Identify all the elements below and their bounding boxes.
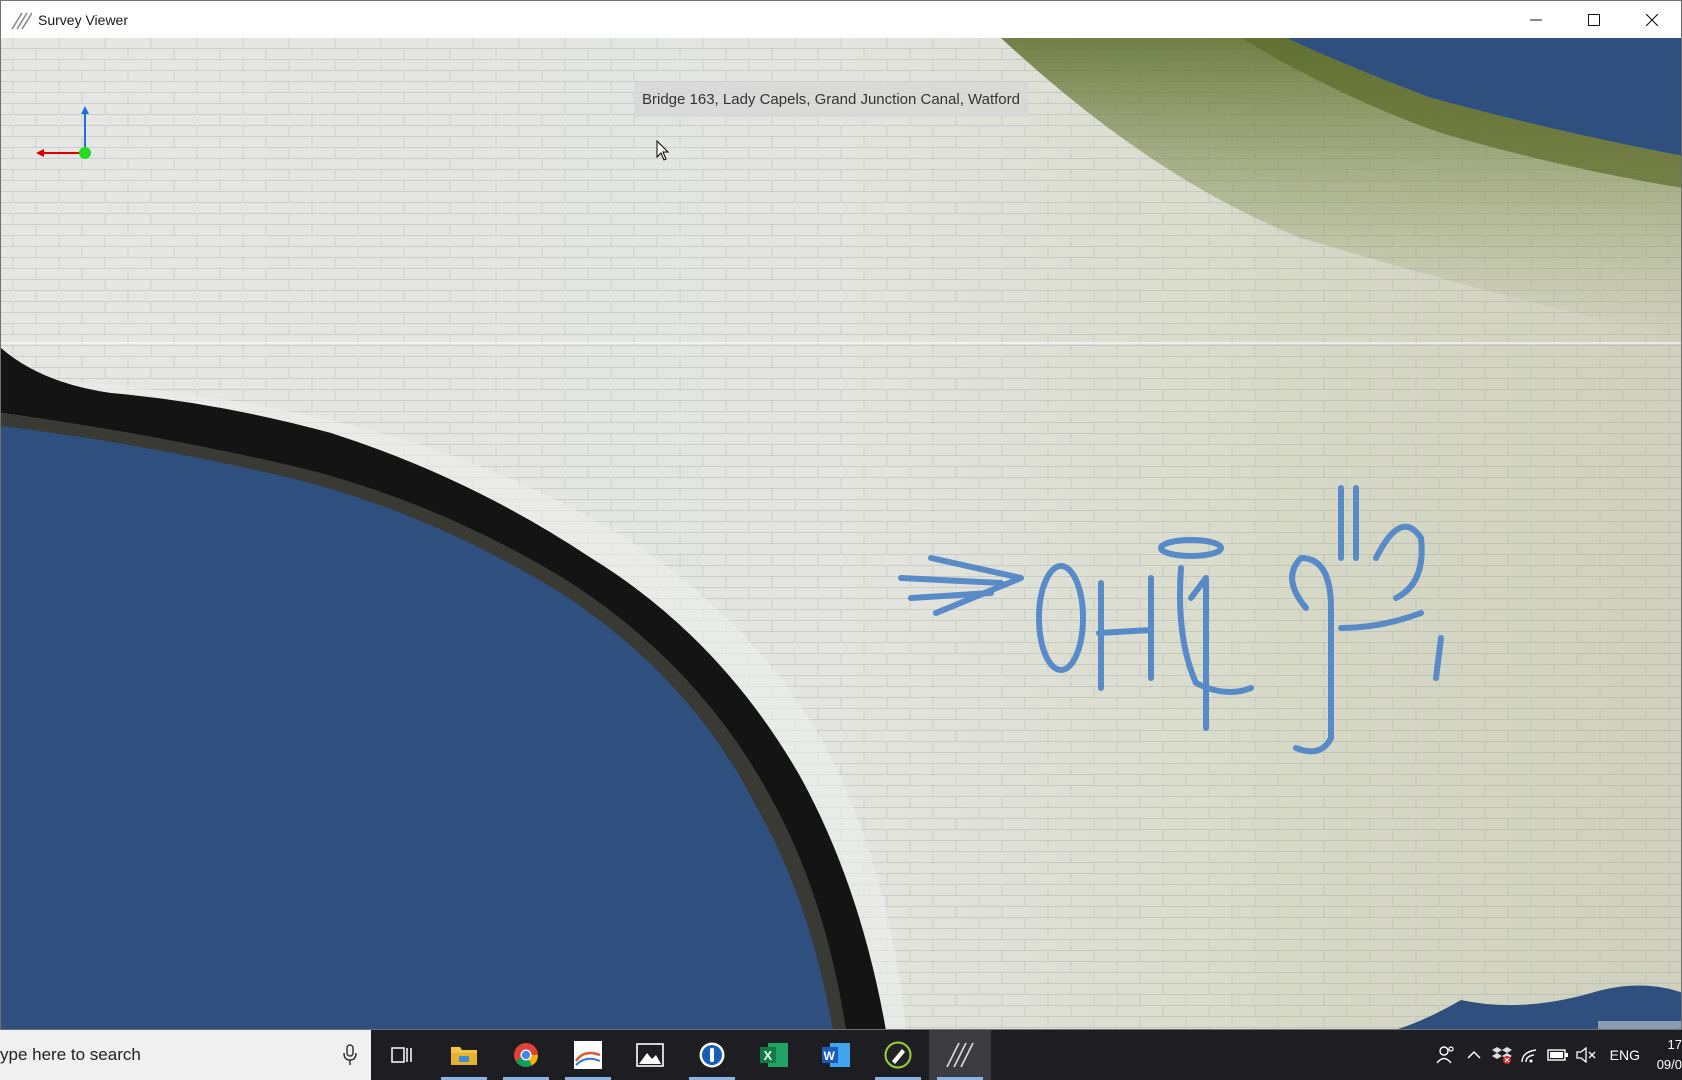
battery-button[interactable] (1544, 1030, 1572, 1080)
task-view-button[interactable] (371, 1030, 433, 1080)
title-bar[interactable]: Survey Viewer (1, 1, 1681, 38)
pen-app-button[interactable] (867, 1030, 929, 1080)
photos-button[interactable] (619, 1030, 681, 1080)
volume-muted-icon (1576, 1047, 1596, 1063)
taskbar: ype here to search X W ENG 17 09/0 (0, 1030, 1682, 1080)
wifi-icon (1520, 1049, 1536, 1063)
survey-location-label: Bridge 163, Lady Capels, Grand Junction … (634, 82, 1028, 117)
bridge-point-cloud[interactable] (1, 38, 1682, 1030)
people-button[interactable] (1432, 1030, 1460, 1080)
volume-button[interactable] (1572, 1030, 1600, 1080)
maximize-icon (1588, 13, 1600, 26)
minimize-icon (1530, 19, 1542, 20)
word-button[interactable]: W (805, 1030, 867, 1080)
chrome-button[interactable] (495, 1030, 557, 1080)
app-icon (11, 12, 32, 29)
survey-viewer-taskbar-button[interactable] (929, 1030, 991, 1080)
minimize-button[interactable] (1507, 1, 1565, 38)
chrome-icon (514, 1043, 538, 1068)
clock-time: 17 (1667, 1037, 1682, 1052)
word-icon: W (822, 1043, 850, 1067)
close-button[interactable] (1623, 1, 1681, 38)
people-icon (1436, 1046, 1454, 1064)
battery-icon (1546, 1049, 1568, 1061)
axis-gizmo (36, 106, 91, 159)
input-language-indicator[interactable]: ENG (1610, 1047, 1640, 1063)
navigation-cube-icon[interactable] (1598, 1021, 1682, 1030)
task-view-icon (391, 1047, 412, 1063)
dropbox-icon (1491, 1047, 1512, 1064)
show-hidden-icons-button[interactable] (1460, 1030, 1488, 1080)
maximize-button[interactable] (1565, 1, 1623, 38)
search-placeholder: ype here to search (0, 1045, 141, 1064)
password-manager-button[interactable] (681, 1030, 743, 1080)
wifi-button[interactable] (1516, 1030, 1544, 1080)
svg-text:X: X (764, 1048, 773, 1063)
svg-text:W: W (824, 1049, 836, 1063)
mapping-app-button[interactable] (557, 1030, 619, 1080)
close-icon (1646, 13, 1658, 26)
window-title: Survey Viewer (38, 11, 129, 28)
taskbar-search-box[interactable]: ype here to search (0, 1030, 371, 1080)
password-manager-icon (699, 1042, 725, 1068)
excel-icon: X (760, 1043, 788, 1067)
system-tray: ENG 17 09/0 (1432, 1030, 1682, 1080)
file-explorer-button[interactable] (433, 1030, 495, 1080)
survey-viewer-icon (946, 1042, 974, 1068)
clock[interactable]: 17 09/0 (1652, 1035, 1682, 1075)
mouse-pointer-icon (656, 140, 670, 161)
3d-viewport[interactable]: Bridge 163, Lady Capels, Grand Junction … (1, 38, 1682, 1030)
chevron-up-icon (1467, 1050, 1481, 1059)
pen-app-icon (884, 1041, 912, 1069)
dropbox-tray-button[interactable] (1488, 1030, 1516, 1080)
clock-date: 09/0 (1656, 1057, 1682, 1072)
excel-button[interactable]: X (743, 1030, 805, 1080)
photos-icon (636, 1043, 664, 1067)
mapping-app-icon (574, 1041, 602, 1069)
file-explorer-icon (451, 1047, 477, 1065)
survey-viewer-window: Survey Viewer Bridge 163, Lady Capels, G… (0, 0, 1682, 1030)
microphone-icon[interactable] (343, 1044, 357, 1066)
